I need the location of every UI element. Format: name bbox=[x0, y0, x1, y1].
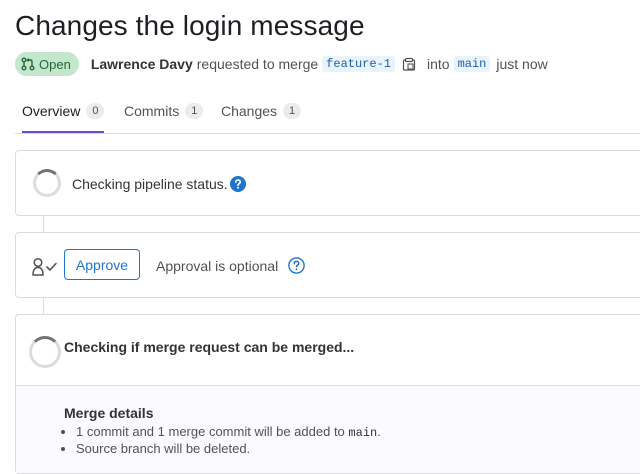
spinner-icon bbox=[33, 169, 61, 197]
into-text: into bbox=[426, 56, 450, 72]
tab-changes-label: Changes bbox=[221, 103, 278, 119]
tab-overview-label: Overview bbox=[22, 103, 81, 119]
merge-request-icon bbox=[21, 57, 35, 71]
source-branch-link[interactable]: feature-1 bbox=[322, 56, 395, 72]
approval-optional-text: Approval is optional bbox=[156, 258, 279, 274]
tab-commits-count: 1 bbox=[185, 103, 204, 119]
author-link[interactable]: Lawrence Davy bbox=[91, 56, 193, 72]
status-badge-label: Open bbox=[39, 56, 71, 72]
tab-overview-count: 0 bbox=[86, 103, 105, 119]
merge-detail-target-branch: main bbox=[348, 426, 378, 440]
list-item: Source branch will be deleted. bbox=[76, 441, 381, 457]
widget-connector bbox=[43, 298, 44, 314]
tab-changes[interactable]: Changes 1 bbox=[221, 90, 302, 132]
target-branch-link[interactable]: main bbox=[453, 56, 491, 72]
requested-text: requested to merge bbox=[196, 56, 319, 72]
tab-overview[interactable]: Overview 0 bbox=[22, 90, 105, 133]
list-item: 1 commit and 1 merge commit will be adde… bbox=[76, 424, 381, 441]
status-badge: Open bbox=[15, 52, 79, 76]
copy-icon[interactable] bbox=[401, 56, 417, 72]
page-title: Changes the login message bbox=[15, 10, 365, 41]
merge-details-title: Merge details bbox=[64, 405, 154, 421]
approval-widget: Approve Approval is optional bbox=[15, 232, 640, 298]
timestamp: just now bbox=[496, 56, 548, 72]
widget-connector bbox=[43, 216, 44, 232]
help-icon[interactable] bbox=[230, 176, 246, 192]
tab-changes-count: 1 bbox=[283, 103, 302, 119]
merge-details-list: 1 commit and 1 merge commit will be adde… bbox=[60, 424, 381, 457]
merge-detail-period: . bbox=[377, 424, 381, 439]
tab-commits-label: Commits bbox=[124, 103, 180, 119]
tab-commits[interactable]: Commits 1 bbox=[124, 90, 204, 132]
merge-checks-widget: Checking if merge request can be merged.… bbox=[15, 314, 640, 474]
merge-detail-commits-text: 1 commit and 1 merge commit will be adde… bbox=[76, 424, 345, 439]
approval-users-icon bbox=[32, 257, 57, 276]
merge-request-tabs: Overview 0 Commits 1 Changes 1 bbox=[15, 90, 640, 134]
spinner-icon bbox=[29, 336, 61, 368]
pipeline-status-widget: Checking pipeline status. bbox=[15, 150, 640, 216]
merge-checking-text: Checking if merge request can be merged.… bbox=[64, 339, 355, 355]
merge-detail-delete-text: Source branch will be deleted. bbox=[76, 441, 251, 456]
help-icon[interactable] bbox=[288, 257, 305, 274]
merge-request-meta: Open Lawrence Davy requested to merge fe… bbox=[15, 52, 552, 76]
pipeline-status-text: Checking pipeline status. bbox=[72, 176, 228, 192]
approve-button[interactable]: Approve bbox=[64, 249, 140, 280]
